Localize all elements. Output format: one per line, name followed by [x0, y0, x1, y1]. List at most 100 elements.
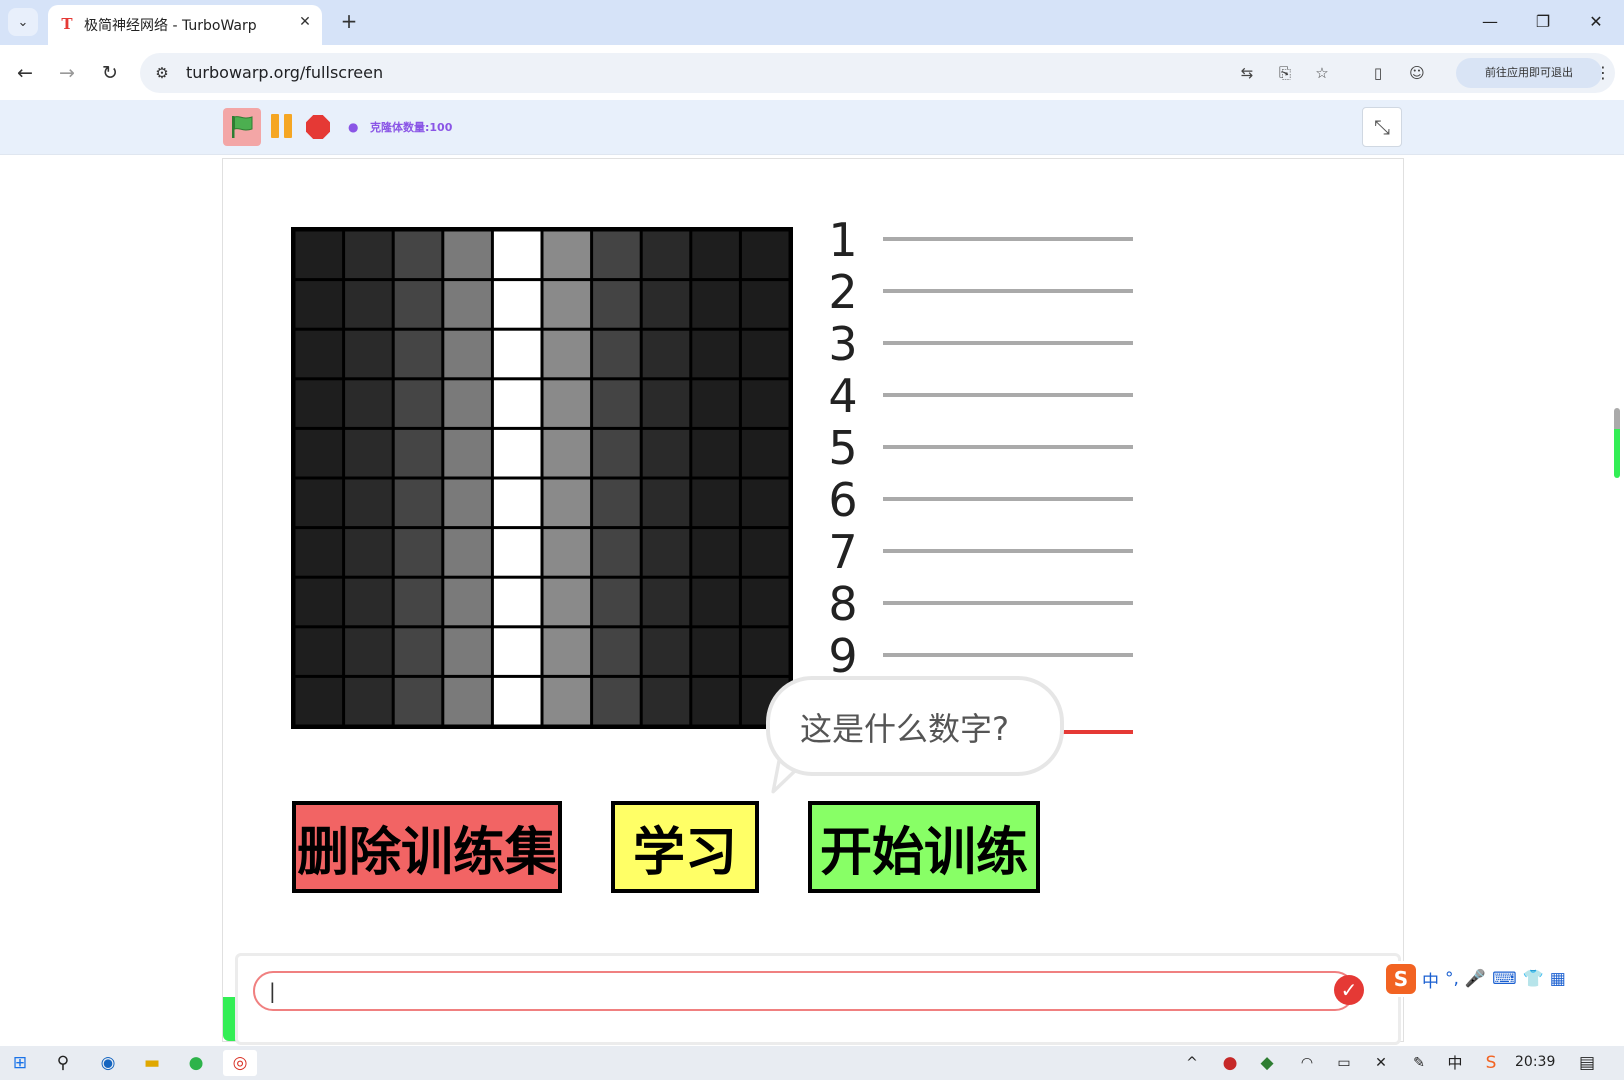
grid-cell[interactable]	[295, 330, 343, 378]
grid-cell[interactable]	[642, 677, 690, 725]
grid-cell[interactable]	[444, 578, 491, 626]
bookmark-star-icon[interactable]: ☆	[1310, 61, 1334, 85]
grid-cell[interactable]	[493, 529, 541, 576]
grid-cell[interactable]	[345, 281, 392, 328]
grid-cell[interactable]	[543, 281, 591, 328]
stop-button[interactable]	[306, 115, 330, 139]
grid-cell[interactable]	[692, 429, 739, 477]
ime-microphone-icon[interactable]: 🎤	[1465, 969, 1486, 989]
grid-cell[interactable]	[692, 281, 739, 328]
grid-cell[interactable]	[493, 677, 541, 725]
grid-cell[interactable]	[493, 578, 541, 626]
grid-cell[interactable]	[543, 429, 591, 477]
grid-cell[interactable]	[692, 529, 739, 576]
grid-cell[interactable]	[295, 380, 343, 427]
taskbar-ime-indicator[interactable]: 中	[1438, 1050, 1472, 1076]
grid-cell[interactable]	[345, 380, 392, 427]
sogou-logo-icon[interactable]: S	[1386, 964, 1416, 994]
grid-cell[interactable]	[394, 628, 442, 675]
delete-training-set-button[interactable]: 删除训练集	[292, 801, 562, 893]
ime-punctuation-icon[interactable]: °,	[1445, 969, 1459, 989]
grid-cell[interactable]	[593, 281, 640, 328]
answer-input[interactable]: |	[253, 971, 1355, 1011]
grid-cell[interactable]	[345, 330, 392, 378]
grid-cell[interactable]	[692, 628, 739, 675]
minimize-icon[interactable]: —	[1470, 6, 1510, 38]
tray-expand-icon[interactable]: ^	[1175, 1050, 1209, 1076]
scroll-indicator[interactable]	[1614, 408, 1620, 478]
grid-cell[interactable]	[295, 677, 343, 725]
grid-cell[interactable]	[493, 479, 541, 527]
save-page-icon[interactable]: ⎘	[1273, 61, 1297, 85]
grid-cell[interactable]	[345, 479, 392, 527]
battery-icon[interactable]: ▭	[1327, 1050, 1361, 1076]
grid-cell[interactable]	[394, 479, 442, 527]
grid-cell[interactable]	[444, 380, 491, 427]
grid-cell[interactable]	[444, 330, 491, 378]
grid-cell[interactable]	[741, 429, 789, 477]
wechat-icon[interactable]: ●	[179, 1050, 213, 1076]
grid-cell[interactable]	[295, 529, 343, 576]
grid-cell[interactable]	[692, 578, 739, 626]
grid-cell[interactable]	[444, 529, 491, 576]
grid-cell[interactable]	[642, 578, 690, 626]
browser-tab[interactable]: T 极简神经网络 - TurboWarp ✕	[48, 5, 322, 45]
learn-button[interactable]: 学习	[611, 801, 759, 893]
grid-cell[interactable]	[295, 479, 343, 527]
ime-chinese-mode[interactable]: 中	[1422, 967, 1439, 992]
notifications-icon[interactable]: ▤	[1570, 1050, 1604, 1076]
grid-cell[interactable]	[394, 231, 442, 279]
pen-icon[interactable]: ✎	[1402, 1050, 1436, 1076]
grid-cell[interactable]	[543, 628, 591, 675]
grid-cell[interactable]	[543, 578, 591, 626]
start-training-button[interactable]: 开始训练	[808, 801, 1040, 893]
taskbar-search-icon[interactable]: ⚲	[46, 1050, 80, 1076]
grid-cell[interactable]	[295, 578, 343, 626]
grid-cell[interactable]	[692, 479, 739, 527]
window-close-icon[interactable]: ✕	[1576, 6, 1616, 38]
volume-muted-icon[interactable]: ✕	[1364, 1050, 1398, 1076]
wifi-icon[interactable]: ◠	[1290, 1050, 1324, 1076]
grid-cell[interactable]	[642, 429, 690, 477]
grid-cell[interactable]	[493, 330, 541, 378]
pixel-grid-canvas[interactable]	[294, 230, 790, 726]
grid-cell[interactable]	[593, 677, 640, 725]
grid-cell[interactable]	[444, 281, 491, 328]
grid-cell[interactable]	[394, 529, 442, 576]
grid-cell[interactable]	[493, 380, 541, 427]
grid-cell[interactable]	[345, 231, 392, 279]
grid-cell[interactable]	[543, 330, 591, 378]
grid-cell[interactable]	[741, 628, 789, 675]
grid-cell[interactable]	[394, 677, 442, 725]
grid-cell[interactable]	[741, 529, 789, 576]
grid-cell[interactable]	[692, 677, 739, 725]
reload-icon[interactable]: ↻	[94, 57, 126, 89]
grid-cell[interactable]	[692, 380, 739, 427]
grid-cell[interactable]	[493, 429, 541, 477]
grid-cell[interactable]	[593, 628, 640, 675]
grid-cell[interactable]	[741, 330, 789, 378]
grid-cell[interactable]	[543, 479, 591, 527]
pixel-grid[interactable]	[291, 227, 793, 729]
grid-cell[interactable]	[345, 677, 392, 725]
grid-cell[interactable]	[345, 578, 392, 626]
grid-cell[interactable]	[444, 479, 491, 527]
profile-icon[interactable]: ☺	[1405, 61, 1429, 85]
grid-cell[interactable]	[741, 479, 789, 527]
restore-icon[interactable]: ❐	[1523, 6, 1563, 38]
grid-cell[interactable]	[444, 628, 491, 675]
grid-cell[interactable]	[345, 529, 392, 576]
grid-cell[interactable]	[543, 529, 591, 576]
pause-button[interactable]	[268, 114, 294, 140]
grid-cell[interactable]	[593, 578, 640, 626]
grid-cell[interactable]	[444, 429, 491, 477]
tray-app-icon[interactable]: ◆	[1250, 1050, 1284, 1076]
grid-cell[interactable]	[593, 529, 640, 576]
side-panel-icon[interactable]: ▯	[1366, 61, 1390, 85]
grid-cell[interactable]	[741, 578, 789, 626]
green-flag-button[interactable]	[223, 108, 261, 146]
grid-cell[interactable]	[593, 429, 640, 477]
grid-cell[interactable]	[692, 231, 739, 279]
address-bar[interactable]: ⚙ turbowarp.org/fullscreen ⇆ ⎘ ☆ ▯ ☺ 前往应…	[140, 53, 1615, 93]
forward-icon[interactable]: →	[51, 57, 83, 89]
